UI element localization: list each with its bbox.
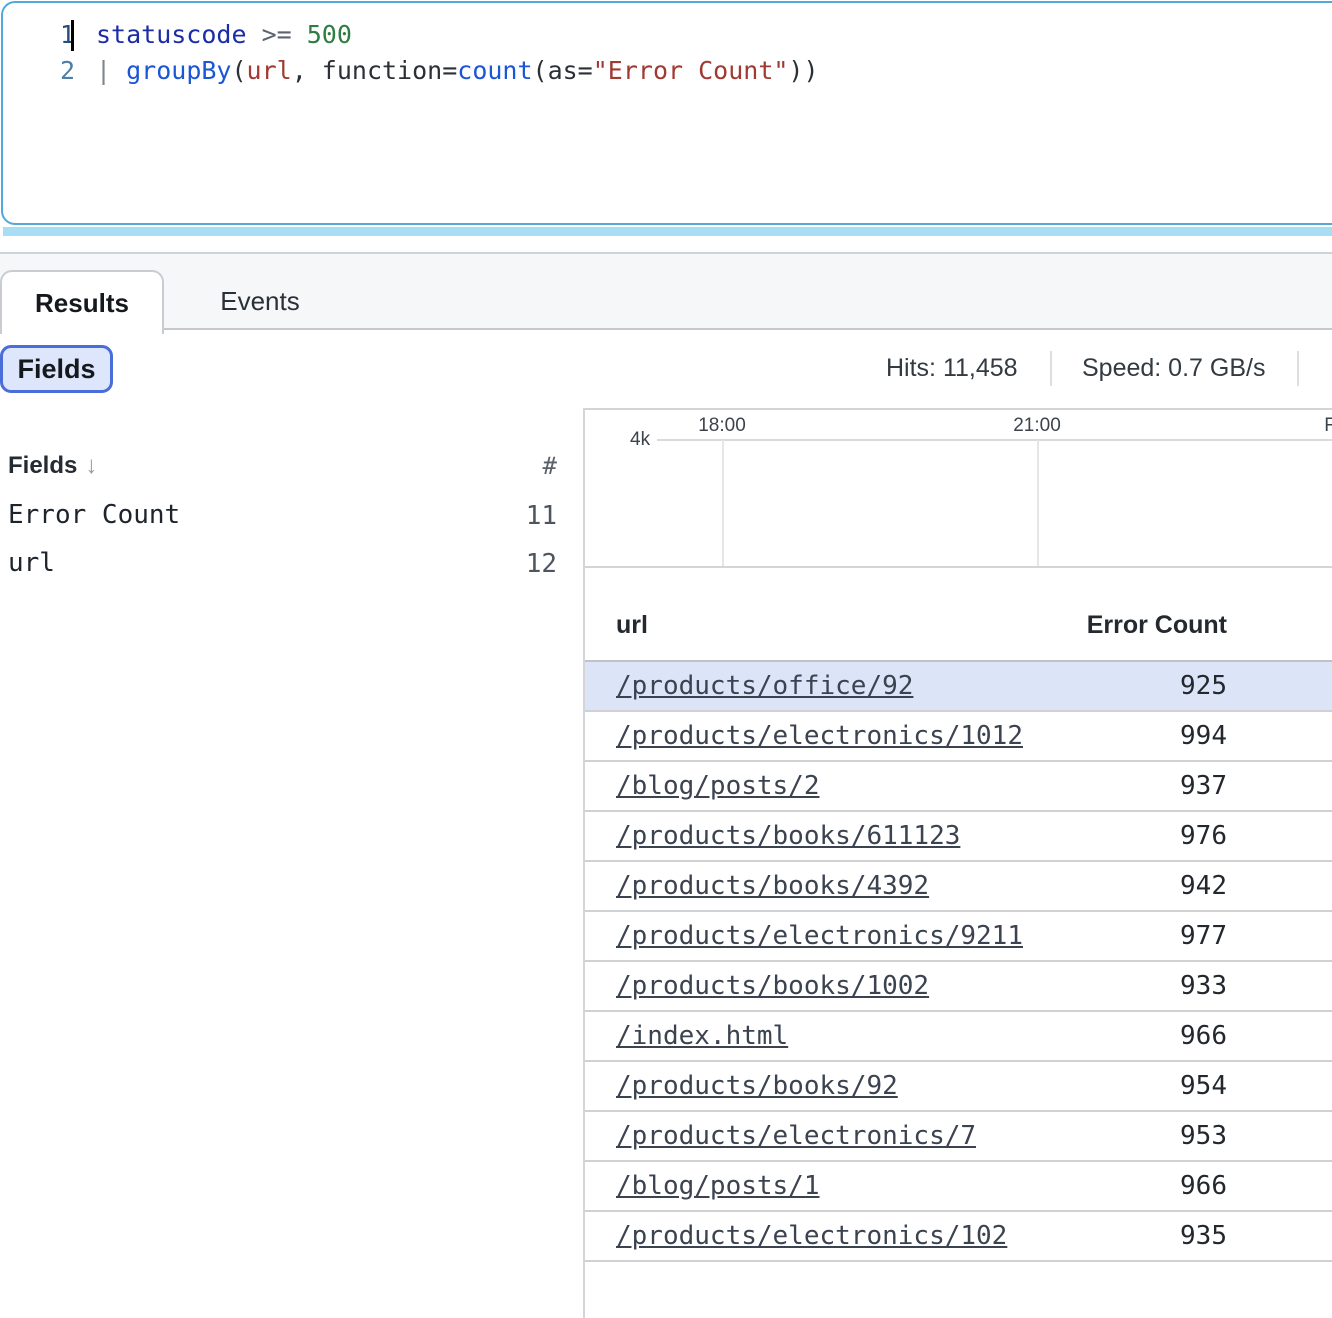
event-histogram[interactable]: 4k 18:00 21:00 F xyxy=(585,408,1332,568)
table-row[interactable]: /blog/posts/2 937 xyxy=(585,762,1332,812)
error-count-value: 977 xyxy=(1180,921,1227,951)
hits-stat: Hits: 11,458 xyxy=(886,354,1018,383)
code-token: >= xyxy=(247,20,307,49)
column-header-error-count[interactable]: Error Count xyxy=(1087,611,1227,640)
code-token: count xyxy=(457,56,532,85)
table-row[interactable]: /products/electronics/1012 994 xyxy=(585,712,1332,762)
code-token: statuscode xyxy=(96,20,247,49)
table-row[interactable]: /blog/posts/1 966 xyxy=(585,1162,1332,1212)
fields-panel-header: Fields↓ # xyxy=(8,452,557,482)
table-row[interactable]: /products/books/1002 933 xyxy=(585,962,1332,1012)
table-header-row: url Error Count xyxy=(585,570,1332,662)
line-number: 2 xyxy=(3,53,75,89)
url-link[interactable]: /products/office/92 xyxy=(616,671,913,701)
error-count-value: 966 xyxy=(1180,1171,1227,1201)
error-count-value: 966 xyxy=(1180,1021,1227,1051)
x-gridline xyxy=(722,440,724,566)
url-link[interactable]: /blog/posts/1 xyxy=(616,1171,820,1201)
editor-line: 2| groupBy(url, function=count(as="Error… xyxy=(3,53,1332,89)
fields-panel-title: Fields xyxy=(8,452,77,479)
error-count-value: 935 xyxy=(1180,1221,1227,1251)
url-link[interactable]: /index.html xyxy=(616,1021,788,1051)
x-axis-tick: F xyxy=(1324,415,1332,437)
table-row[interactable]: /products/books/4392 942 xyxy=(585,862,1332,912)
error-count-value: 925 xyxy=(1180,671,1227,701)
field-distinct-count: 12 xyxy=(526,549,557,579)
code-token: | xyxy=(96,56,126,85)
url-link[interactable]: /products/books/92 xyxy=(616,1071,898,1101)
url-link[interactable]: /products/books/611123 xyxy=(616,821,960,851)
column-header-url[interactable]: url xyxy=(616,611,648,640)
url-link[interactable]: /products/electronics/9211 xyxy=(616,921,1023,951)
results-table: url Error Count /products/office/92 925/p… xyxy=(585,570,1332,1262)
code-text: statuscode >= 500 xyxy=(75,17,352,53)
error-count-value: 933 xyxy=(1180,971,1227,1001)
code-token: (as= xyxy=(533,56,593,85)
code-token: groupBy xyxy=(126,56,231,85)
editor-focus-band xyxy=(3,227,1332,236)
url-link[interactable]: /products/books/4392 xyxy=(616,871,929,901)
line-number: 1 xyxy=(3,17,75,53)
field-count-header: # xyxy=(543,452,557,480)
x-axis-tick: 18:00 xyxy=(698,415,746,437)
error-count-value: 994 xyxy=(1180,721,1227,751)
url-link[interactable]: /products/electronics/102 xyxy=(616,1221,1007,1251)
log-search-app: 1statuscode >= 5002| groupBy(url, functi… xyxy=(0,0,1332,1318)
speed-stat: Speed: 0.7 GB/s xyxy=(1082,354,1265,383)
table-row[interactable]: /products/books/611123 976 xyxy=(585,812,1332,862)
field-distinct-count: 11 xyxy=(526,501,557,531)
field-row[interactable]: url 12 xyxy=(8,548,557,582)
field-name: url xyxy=(8,548,55,578)
table-row[interactable]: /products/electronics/102 935 xyxy=(585,1212,1332,1262)
table-row[interactable]: /products/electronics/9211 977 xyxy=(585,912,1332,962)
table-row[interactable]: /products/electronics/7 953 xyxy=(585,1112,1332,1162)
stat-divider xyxy=(1050,351,1052,386)
y-gridline xyxy=(657,439,1332,441)
url-link[interactable]: /products/electronics/1012 xyxy=(616,721,1023,751)
url-link[interactable]: /blog/posts/2 xyxy=(616,771,820,801)
error-count-value: 976 xyxy=(1180,821,1227,851)
code-text: | groupBy(url, function=count(as="Error … xyxy=(75,53,819,89)
fields-panel: Fields↓ # Error Count 11 url 12 xyxy=(0,408,583,1318)
field-row[interactable]: Error Count 11 xyxy=(8,500,557,534)
x-gridline xyxy=(1037,440,1039,566)
error-count-value: 953 xyxy=(1180,1121,1227,1151)
table-row[interactable]: /products/books/92 954 xyxy=(585,1062,1332,1112)
field-name: Error Count xyxy=(8,500,180,530)
x-axis-tick: 21:00 xyxy=(1013,415,1061,437)
results-panel: 4k 18:00 21:00 F url Error Count /produc… xyxy=(585,408,1332,1318)
code-token: "Error Count" xyxy=(593,56,789,85)
table-body: /products/office/92 925/products/electron… xyxy=(585,662,1332,1262)
tab-bar: Results Events xyxy=(0,252,1332,330)
url-link[interactable]: /products/books/1002 xyxy=(616,971,929,1001)
error-count-value: 954 xyxy=(1180,1071,1227,1101)
code-token: url xyxy=(247,56,292,85)
editor-lines: 1statuscode >= 5002| groupBy(url, functi… xyxy=(3,3,1332,89)
table-row[interactable]: /index.html 966 xyxy=(585,1012,1332,1062)
code-token: , function= xyxy=(292,56,458,85)
text-caret-icon xyxy=(71,20,74,51)
url-link[interactable]: /products/electronics/7 xyxy=(616,1121,976,1151)
code-token: ( xyxy=(231,56,246,85)
error-count-value: 942 xyxy=(1180,871,1227,901)
code-token: 500 xyxy=(307,20,352,49)
tab-results[interactable]: Results xyxy=(0,270,164,334)
code-token: )) xyxy=(788,56,818,85)
stat-divider xyxy=(1297,351,1299,386)
editor-line: 1statuscode >= 500 xyxy=(3,17,1332,53)
sort-descending-icon[interactable]: ↓ xyxy=(77,452,97,479)
error-count-value: 937 xyxy=(1180,771,1227,801)
tab-events[interactable]: Events xyxy=(180,270,340,332)
query-editor[interactable]: 1statuscode >= 5002| groupBy(url, functi… xyxy=(1,1,1332,225)
fields-button[interactable]: Fields xyxy=(0,345,113,393)
y-axis-tick: 4k xyxy=(630,429,650,451)
table-row[interactable]: /products/office/92 925 xyxy=(585,662,1332,712)
